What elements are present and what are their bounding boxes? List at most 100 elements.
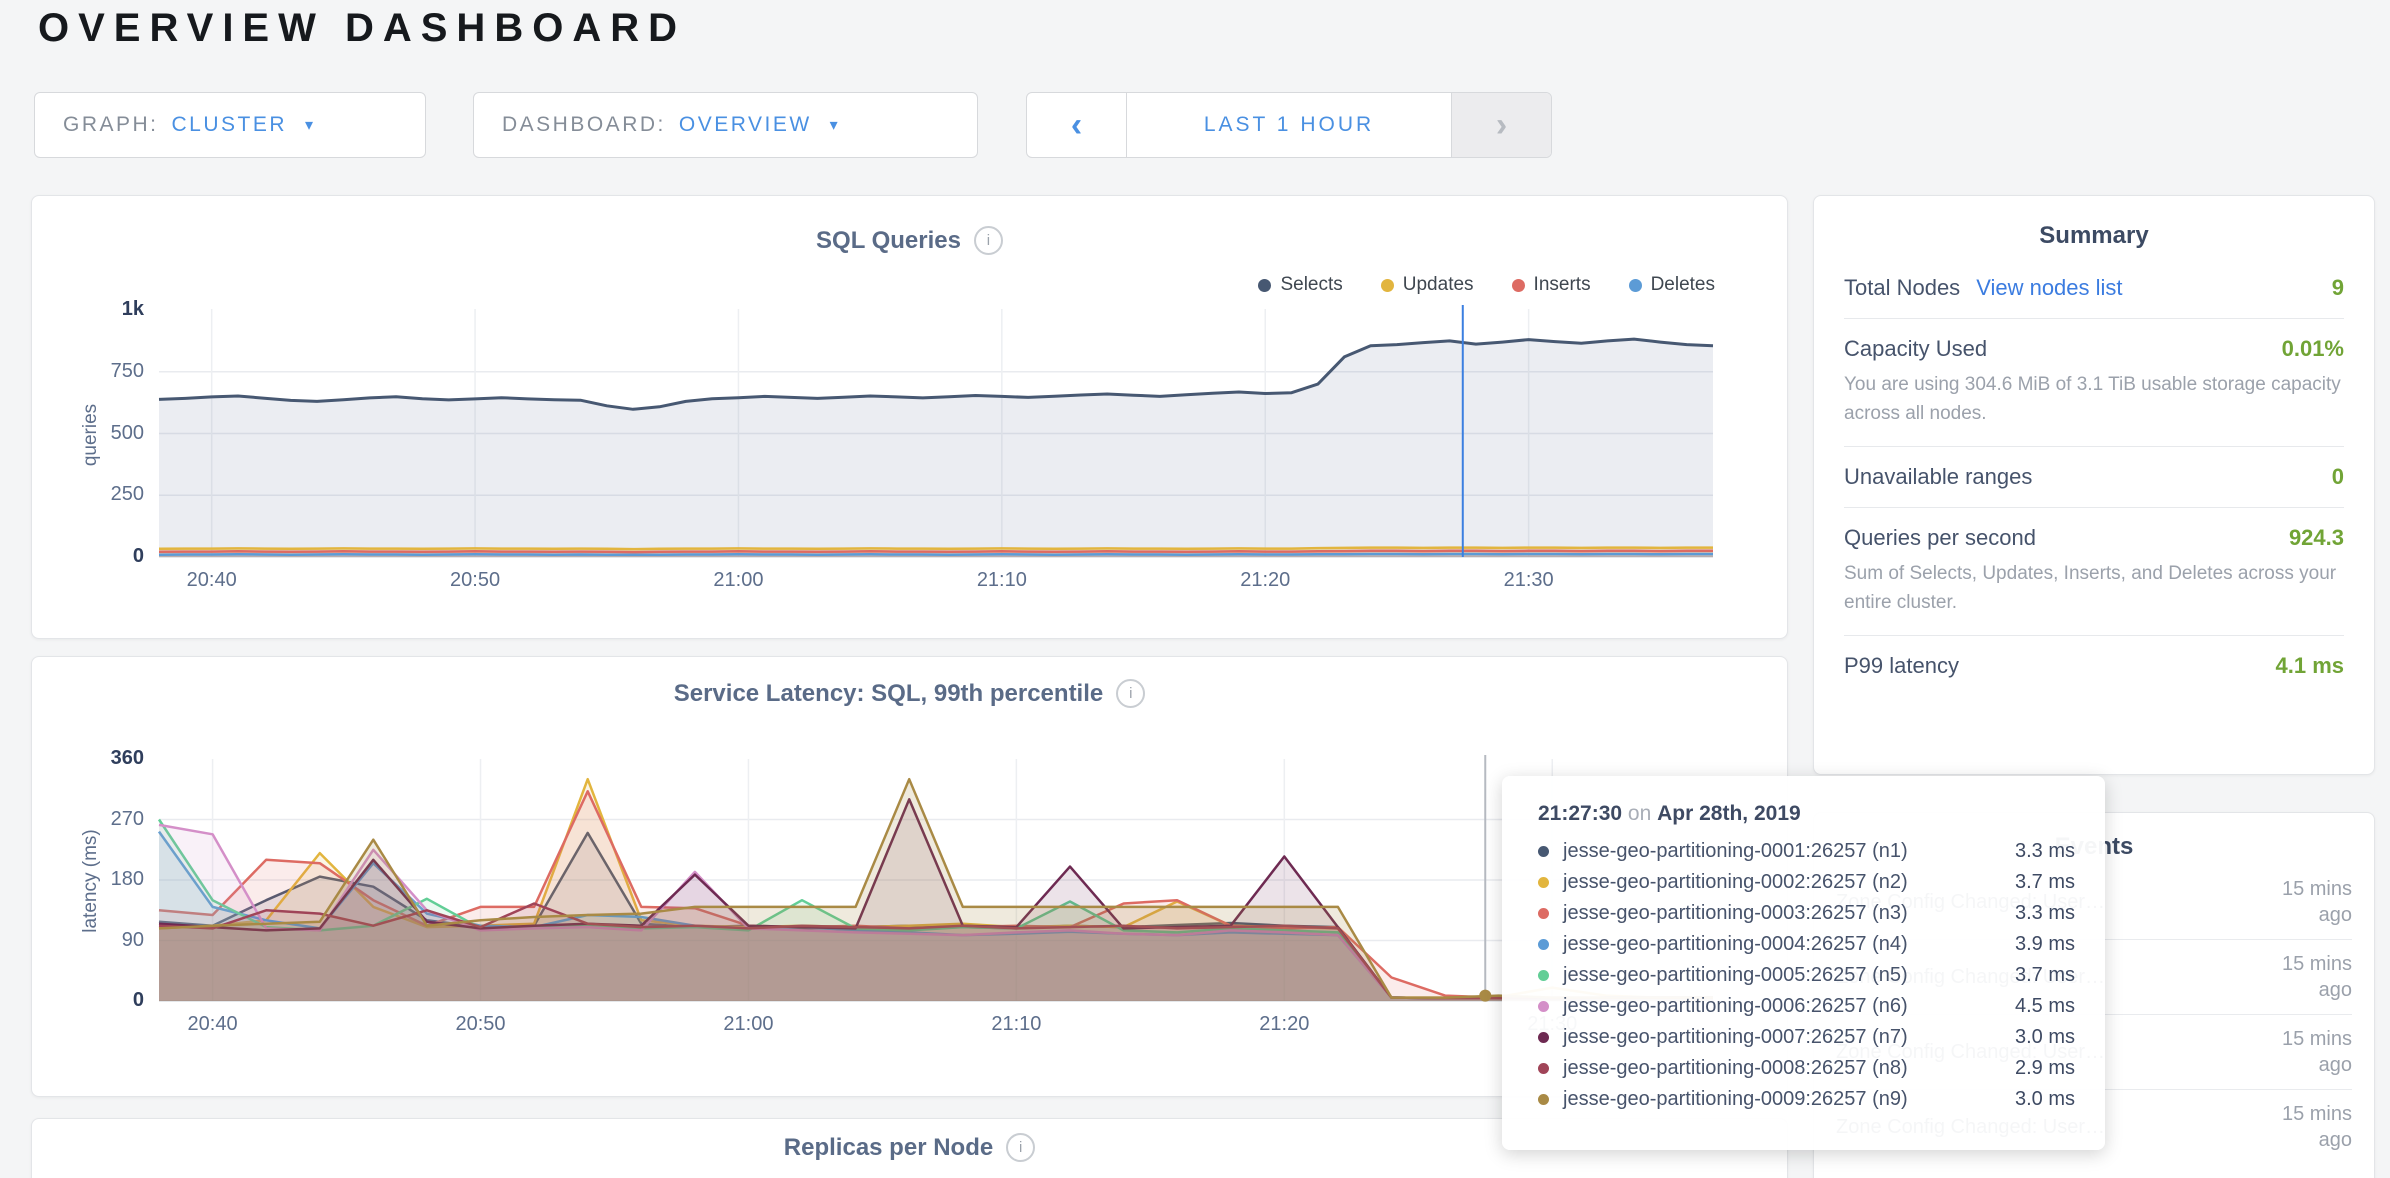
tooltip-node-row: jesse-geo-partitioning-0008:26257 (n8)2.… bbox=[1538, 1053, 2075, 1084]
summary-row-head: Queries per second 924.3 bbox=[1844, 525, 2344, 551]
sql-queries-chart-card: SQL Queries i Selects Updates Inserts Delet… bbox=[31, 195, 1788, 639]
tooltip-date: Apr 28th, 2019 bbox=[1657, 802, 1801, 825]
service-latency-x-tick: 20:50 bbox=[421, 1013, 541, 1036]
summary-row-label: Queries per second bbox=[1844, 525, 2036, 551]
node-color-dot-icon bbox=[1538, 1001, 1549, 1012]
legend-dot-icon bbox=[1629, 279, 1642, 292]
time-range-next-button[interactable]: › bbox=[1451, 93, 1551, 157]
replicas-per-node-chart-title: Replicas per Node bbox=[784, 1134, 993, 1162]
sql-queries-chart-title: SQL Queries bbox=[816, 227, 961, 255]
chevron-left-icon: ‹ bbox=[1071, 106, 1082, 145]
summary-row: Queries per second 924.3 Sum of Selects, U… bbox=[1844, 507, 2344, 635]
time-range-selector: ‹ LAST 1 HOUR › bbox=[1026, 92, 1552, 158]
chevron-down-icon: ▾ bbox=[830, 115, 838, 135]
summary-row: Capacity Used0.01%You are using 304.6 Mi… bbox=[1844, 318, 2344, 446]
tooltip-node-value: 3.0 ms bbox=[2015, 1026, 2075, 1049]
tooltip-node-name: jesse-geo-partitioning-0001:26257 (n1) bbox=[1563, 840, 2015, 863]
service-latency-x-tick: 21:10 bbox=[956, 1013, 1076, 1036]
summary-row-caption: You are using 304.6 MiB of 3.1 TiB usabl… bbox=[1844, 370, 2344, 429]
legend-item-deletes[interactable]: Deletes bbox=[1629, 274, 1715, 296]
time-range-value[interactable]: LAST 1 HOUR bbox=[1127, 93, 1451, 157]
info-icon[interactable]: i bbox=[1116, 679, 1145, 708]
tooltip-node-value: 3.3 ms bbox=[2015, 902, 2075, 925]
tooltip-header: 21:27:30 on Apr 28th, 2019 bbox=[1538, 802, 2075, 826]
service-latency-y-tick: 0 bbox=[32, 989, 144, 1012]
summary-row-label: Unavailable ranges bbox=[1844, 464, 2032, 490]
dashboard-dropdown-value: OVERVIEW bbox=[679, 113, 812, 137]
legend-label: Inserts bbox=[1534, 274, 1591, 296]
tooltip-node-name: jesse-geo-partitioning-0003:26257 (n3) bbox=[1563, 902, 2015, 925]
sql-queries-y-tick: 500 bbox=[32, 422, 144, 445]
sql-queries-y-tick: 750 bbox=[32, 360, 144, 383]
service-latency-x-tick: 21:00 bbox=[688, 1013, 808, 1036]
service-latency-x-tick: 20:40 bbox=[153, 1013, 273, 1036]
service-latency-y-tick: 90 bbox=[32, 929, 144, 952]
tooltip-node-row: jesse-geo-partitioning-0002:26257 (n2)3.… bbox=[1538, 867, 2075, 898]
tooltip-node-row: jesse-geo-partitioning-0001:26257 (n1)3.… bbox=[1538, 836, 2075, 867]
event-timestamp: 15 mins ago bbox=[2252, 876, 2352, 928]
node-color-dot-icon bbox=[1538, 846, 1549, 857]
chevron-right-icon: › bbox=[1496, 106, 1507, 145]
service-latency-y-tick: 270 bbox=[32, 808, 144, 831]
summary-row-value: 4.1 ms bbox=[2276, 653, 2345, 679]
legend-item-updates[interactable]: Updates bbox=[1381, 274, 1474, 296]
time-range-prev-button[interactable]: ‹ bbox=[1027, 93, 1127, 157]
service-latency-y-tick: 180 bbox=[32, 868, 144, 891]
summary-panel: Summary Total NodesView nodes list9Capac… bbox=[1813, 195, 2375, 775]
page-title: OVERVIEW DASHBOARD bbox=[38, 6, 686, 51]
sql-queries-x-tick: 20:40 bbox=[152, 569, 272, 592]
summary-row-caption: Sum of Selects, Updates, Inserts, and De… bbox=[1844, 559, 2344, 618]
event-timestamp: 15 mins ago bbox=[2252, 951, 2352, 1003]
tooltip-node-value: 3.7 ms bbox=[2015, 871, 2075, 894]
tooltip-node-row: jesse-geo-partitioning-0007:26257 (n7)3.… bbox=[1538, 1022, 2075, 1053]
tooltip-node-name: jesse-geo-partitioning-0006:26257 (n6) bbox=[1563, 995, 2015, 1018]
tooltip-node-value: 2.9 ms bbox=[2015, 1057, 2075, 1080]
graph-dropdown[interactable]: GRAPH: CLUSTER ▾ bbox=[34, 92, 426, 158]
service-latency-chart-title: Service Latency: SQL, 99th percentile bbox=[674, 680, 1104, 708]
tooltip-time: 21:27:30 bbox=[1538, 802, 1622, 825]
summary-row: Total NodesView nodes list9 bbox=[1844, 258, 2344, 318]
node-color-dot-icon bbox=[1538, 1063, 1549, 1074]
summary-title: Summary bbox=[1814, 222, 2374, 250]
summary-row-value: 924.3 bbox=[2289, 525, 2344, 551]
sql-queries-x-tick: 20:50 bbox=[415, 569, 535, 592]
summary-row-label: P99 latency bbox=[1844, 653, 1959, 679]
legend-dot-icon bbox=[1381, 279, 1394, 292]
summary-row-value: 0 bbox=[2332, 464, 2344, 490]
service-latency-plot-area[interactable] bbox=[159, 751, 1713, 1013]
sql-queries-y-tick: 0 bbox=[32, 545, 144, 568]
tooltip-node-name: jesse-geo-partitioning-0005:26257 (n5) bbox=[1563, 964, 2015, 987]
summary-row-value: 9 bbox=[2332, 275, 2344, 301]
tooltip-node-name: jesse-geo-partitioning-0007:26257 (n7) bbox=[1563, 1026, 2015, 1049]
sql-queries-plot-area[interactable] bbox=[159, 301, 1713, 571]
legend-dot-icon bbox=[1512, 279, 1525, 292]
sql-queries-x-tick: 21:00 bbox=[678, 569, 798, 592]
summary-rows: Total NodesView nodes list9Capacity Used… bbox=[1814, 258, 2374, 696]
legend-item-selects[interactable]: Selects bbox=[1258, 274, 1342, 296]
node-color-dot-icon bbox=[1538, 908, 1549, 919]
tooltip-node-row: jesse-geo-partitioning-0004:26257 (n4)3.… bbox=[1538, 929, 2075, 960]
event-timestamp: 15 mins ago bbox=[2252, 1026, 2352, 1078]
sql-queries-chart-title-row: SQL Queries i bbox=[32, 226, 1787, 255]
service-latency-chart-title-row: Service Latency: SQL, 99th percentile i bbox=[32, 679, 1787, 708]
legend-dot-icon bbox=[1258, 279, 1271, 292]
service-latency-x-tick: 21:20 bbox=[1224, 1013, 1344, 1036]
legend-item-inserts[interactable]: Inserts bbox=[1512, 274, 1591, 296]
summary-row-head: Total NodesView nodes list9 bbox=[1844, 275, 2344, 301]
info-icon[interactable]: i bbox=[974, 226, 1003, 255]
tooltip-node-name: jesse-geo-partitioning-0008:26257 (n8) bbox=[1563, 1057, 2015, 1080]
tooltip-node-row: jesse-geo-partitioning-0003:26257 (n3)3.… bbox=[1538, 898, 2075, 929]
dashboard-dropdown-label: DASHBOARD: bbox=[502, 113, 666, 137]
summary-row-label: Capacity Used bbox=[1844, 336, 1987, 362]
sql-queries-x-tick: 21:10 bbox=[942, 569, 1062, 592]
overview-dashboard-page: OVERVIEW DASHBOARD GRAPH: CLUSTER ▾ DASH… bbox=[0, 0, 2390, 1178]
view-nodes-list-link[interactable]: View nodes list bbox=[1976, 275, 2122, 301]
sql-queries-y-tick: 250 bbox=[32, 483, 144, 506]
sql-queries-x-tick: 21:20 bbox=[1205, 569, 1325, 592]
info-icon[interactable]: i bbox=[1006, 1133, 1035, 1162]
dashboard-dropdown[interactable]: DASHBOARD: OVERVIEW ▾ bbox=[473, 92, 978, 158]
legend-label: Deletes bbox=[1651, 274, 1715, 296]
summary-row-head: P99 latency 4.1 ms bbox=[1844, 653, 2344, 679]
tooltip-node-name: jesse-geo-partitioning-0004:26257 (n4) bbox=[1563, 933, 2015, 956]
tooltip-node-value: 3.3 ms bbox=[2015, 840, 2075, 863]
